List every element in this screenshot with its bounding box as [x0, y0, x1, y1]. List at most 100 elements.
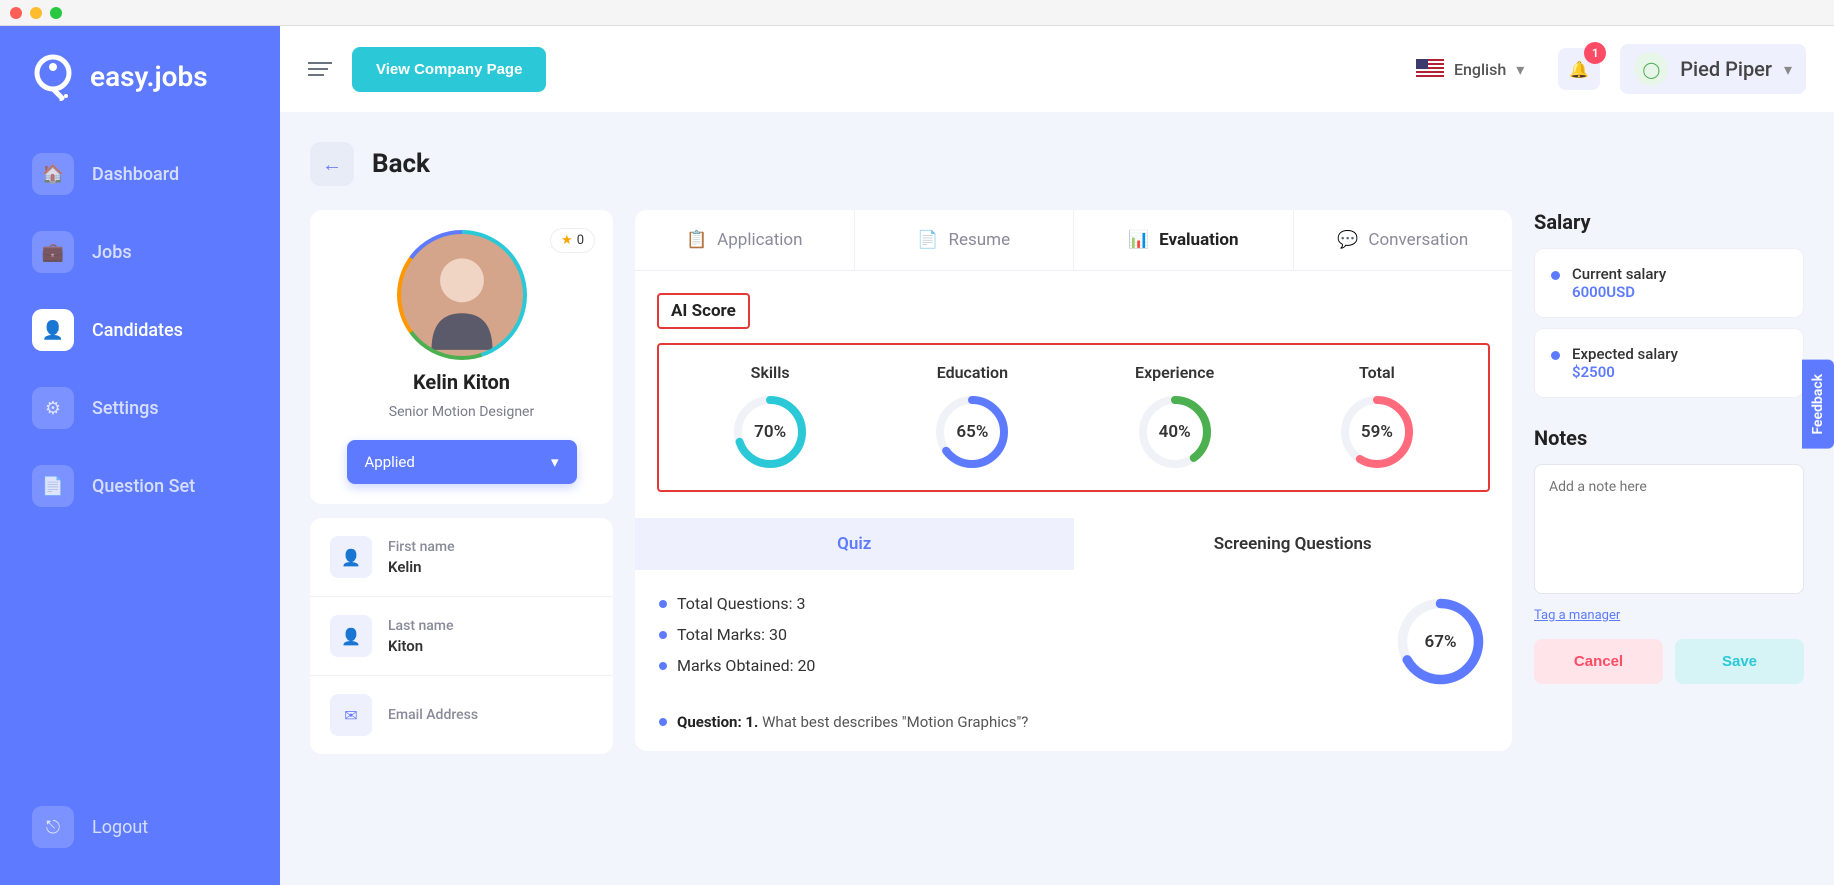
briefcase-icon: 💼: [32, 231, 74, 273]
sidebar-item-jobs[interactable]: 💼 Jobs: [18, 219, 262, 285]
metric-label: Education: [937, 363, 1008, 382]
metric-value: 70%: [730, 392, 810, 472]
star-icon: ★: [561, 233, 573, 248]
bullet-icon: [1551, 271, 1560, 280]
notifications-button[interactable]: 🔔 1: [1558, 48, 1600, 90]
metric-gauge: 70%: [730, 392, 810, 472]
language-label: English: [1454, 60, 1506, 79]
tab-evaluation[interactable]: 📊Evaluation: [1074, 210, 1294, 270]
language-selector[interactable]: English ▾: [1402, 51, 1538, 87]
window-max[interactable]: [50, 7, 62, 19]
save-button[interactable]: Save: [1675, 639, 1804, 684]
home-icon: 🏠: [32, 153, 74, 195]
chevron-down-icon: ▾: [1516, 60, 1524, 79]
sidebar: easy.jobs 🏠 Dashboard 💼 Jobs 👤 Candidate…: [0, 26, 280, 885]
sidebar-item-label: Candidates: [92, 320, 183, 341]
salary-value: $2500: [1572, 363, 1678, 381]
salary-current: Current salary 6000USD: [1534, 248, 1804, 318]
sidebar-item-label: Dashboard: [92, 164, 179, 185]
sidebar-item-label: Jobs: [92, 242, 132, 263]
quiz-stat: Total Questions: 3: [659, 594, 1363, 613]
chevron-down-icon: ▾: [1784, 60, 1792, 79]
note-textarea[interactable]: [1534, 464, 1804, 594]
salary-expected: Expected salary $2500: [1534, 328, 1804, 398]
status-label: Applied: [365, 453, 415, 471]
logout-icon: ⎋: [32, 806, 74, 848]
person-icon: 👤: [330, 615, 372, 657]
window-close[interactable]: [10, 7, 22, 19]
candidate-title: Senior Motion Designer: [389, 404, 534, 420]
metric-value: 40%: [1135, 392, 1215, 472]
salary-label: Current salary: [1572, 265, 1666, 283]
candidate-avatar: [401, 234, 523, 356]
company-avatar-icon: ◯: [1634, 52, 1668, 86]
chat-icon: 💬: [1337, 230, 1358, 250]
sidebar-item-candidates[interactable]: 👤 Candidates: [18, 297, 262, 363]
flag-icon: [1416, 59, 1444, 79]
chart-icon: 📊: [1128, 230, 1149, 250]
candidate-tabs-card: 📋Application 📄Resume 📊Evaluation 💬Conver…: [635, 210, 1512, 751]
subtab-quiz[interactable]: Quiz: [635, 518, 1074, 570]
quiz-stat: Marks Obtained: 20: [659, 656, 1363, 675]
sidebar-item-label: Question Set: [92, 476, 195, 497]
sidebar-item-label: Settings: [92, 398, 159, 419]
mail-icon: ✉: [330, 694, 372, 736]
salary-section: Salary Current salary 6000USD Expected: [1534, 210, 1804, 408]
metric-label: Experience: [1135, 363, 1214, 382]
detail-value: Kelin: [388, 558, 455, 576]
status-dropdown[interactable]: Applied ▾: [347, 440, 577, 484]
document-icon: 📋: [686, 230, 707, 250]
star-rating[interactable]: ★ 0: [550, 228, 595, 253]
view-company-button[interactable]: View Company Page: [352, 47, 546, 92]
detail-value: Kiton: [388, 637, 454, 655]
metric-value: 65%: [932, 392, 1012, 472]
metric-gauge: 65%: [932, 392, 1012, 472]
salary-value: 6000USD: [1572, 283, 1666, 301]
candidate-name: Kelin Kiton: [413, 370, 510, 394]
detail-row-email: ✉ Email Address: [310, 676, 613, 754]
feedback-button[interactable]: Feedback: [1802, 360, 1834, 449]
quiz-stat: Total Marks: 30: [659, 625, 1363, 644]
back-button[interactable]: ←: [310, 142, 354, 186]
salary-label: Expected salary: [1572, 345, 1678, 363]
ai-score-title: AI Score: [657, 293, 750, 329]
page-title: Back: [372, 149, 430, 179]
metric-label: Total: [1359, 363, 1395, 382]
tab-conversation[interactable]: 💬Conversation: [1294, 210, 1513, 270]
subtab-screening[interactable]: Screening Questions: [1074, 518, 1513, 570]
logout-label: Logout: [92, 817, 148, 838]
metric-value: 59%: [1337, 392, 1417, 472]
bullet-icon: [1551, 351, 1560, 360]
ai-metric-education: Education 65%: [932, 363, 1012, 472]
company-name: Pied Piper: [1680, 57, 1772, 81]
sidebar-item-settings[interactable]: ⚙ Settings: [18, 375, 262, 441]
user-icon: 👤: [32, 309, 74, 351]
detail-row-firstname: 👤 First name Kelin: [310, 518, 613, 597]
salary-heading: Salary: [1534, 210, 1804, 234]
company-selector[interactable]: ◯ Pied Piper ▾: [1620, 44, 1806, 94]
cancel-button[interactable]: Cancel: [1534, 639, 1663, 684]
candidate-details-card: 👤 First name Kelin 👤 Last name Kiton: [310, 518, 613, 754]
gear-icon: ⚙: [32, 387, 74, 429]
person-icon: 👤: [330, 536, 372, 578]
menu-toggle[interactable]: [308, 62, 332, 76]
window-min[interactable]: [30, 7, 42, 19]
chevron-down-icon: ▾: [551, 453, 559, 471]
question-row: Question: 1. What best describes "Motion…: [659, 713, 1488, 731]
sidebar-item-dashboard[interactable]: 🏠 Dashboard: [18, 141, 262, 207]
detail-label: First name: [388, 539, 455, 555]
metric-gauge: 59%: [1337, 392, 1417, 472]
quiz-score-text: 67%: [1393, 594, 1488, 689]
tab-application[interactable]: 📋Application: [635, 210, 855, 270]
ai-metric-skills: Skills 70%: [730, 363, 810, 472]
sidebar-item-questionset[interactable]: 📄 Question Set: [18, 453, 262, 519]
file-icon: 📄: [917, 230, 938, 250]
tag-manager-link[interactable]: Tag a manager: [1534, 608, 1620, 623]
topbar: View Company Page English ▾ 🔔 1 ◯ Pied P…: [280, 26, 1834, 112]
notes-section: Notes Tag a manager Cancel Save: [1534, 426, 1804, 684]
candidate-profile-card: ★ 0 Kelin Kiton Senior Motion Designer A…: [310, 210, 613, 504]
logout-button[interactable]: ⎋ Logout: [18, 794, 262, 860]
metric-gauge: 40%: [1135, 392, 1215, 472]
tab-resume[interactable]: 📄Resume: [855, 210, 1075, 270]
bell-icon: 🔔: [1569, 60, 1589, 79]
